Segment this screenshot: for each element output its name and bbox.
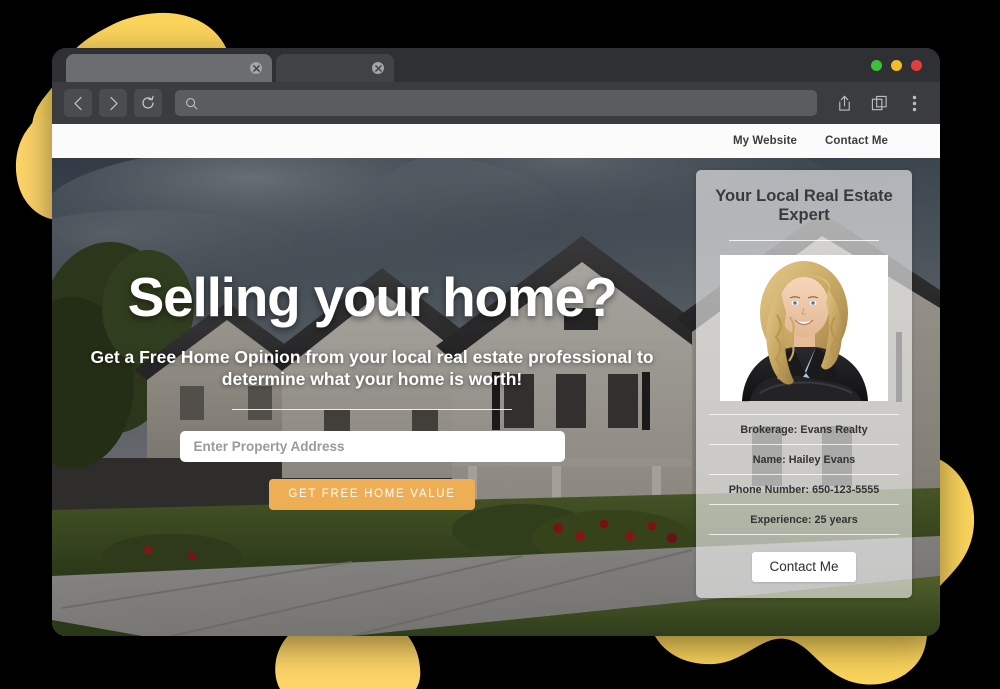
agent-headshot-illustration (720, 254, 888, 401)
hero-headline: Selling your home? (127, 266, 618, 328)
hero-content: Selling your home? Get a Free Home Opini… (52, 158, 692, 636)
agent-card: Your Local Real Estate Expert Brokerage:… (696, 170, 912, 598)
share-icon (838, 95, 850, 111)
copy-tabs-icon (871, 95, 887, 110)
chevron-left-icon (73, 96, 82, 110)
hero-section: Selling your home? Get a Free Home Opini… (52, 158, 940, 636)
browser-toolbar (52, 82, 940, 124)
agent-detail-list: Brokerage: Evans Realty Name: Hailey Eva… (709, 413, 899, 535)
agent-detail-phone: Phone Number: 650-123-5555 (709, 473, 899, 504)
contact-me-button[interactable]: Contact Me (752, 551, 856, 582)
get-free-home-value-button[interactable]: GET FREE HOME VALUE (269, 478, 475, 510)
browser-menu-button[interactable] (900, 89, 928, 117)
agent-card-divider (729, 239, 879, 241)
tab-overview-button[interactable] (865, 89, 893, 117)
window-controls (871, 60, 922, 71)
agent-card-title: Your Local Real Estate Expert (715, 187, 893, 225)
address-bar[interactable] (175, 90, 817, 116)
browser-tab-strip (52, 48, 940, 82)
forward-button[interactable] (99, 89, 127, 117)
agent-detail-name: Name: Hailey Evans (709, 443, 899, 474)
back-button[interactable] (64, 89, 92, 117)
browser-tab-2[interactable] (276, 54, 394, 82)
close-dot[interactable] (911, 60, 922, 71)
maximize-dot[interactable] (871, 60, 882, 71)
browser-window: My Website Contact Me Selling your home?… (52, 48, 940, 636)
nav-link-contact-me[interactable]: Contact Me (825, 135, 888, 147)
browser-tab-1[interactable] (66, 54, 272, 82)
close-icon[interactable] (250, 62, 262, 74)
property-address-input[interactable] (179, 430, 565, 462)
close-icon[interactable] (372, 62, 384, 74)
share-button[interactable] (830, 89, 858, 117)
hero-divider (232, 408, 512, 410)
chevron-right-icon (109, 96, 118, 110)
reload-icon (142, 95, 154, 109)
minimize-dot[interactable] (891, 60, 902, 71)
agent-photo (720, 254, 888, 401)
page-stage: My Website Contact Me Selling your home?… (0, 0, 1000, 689)
site-navigation: My Website Contact Me (52, 124, 940, 158)
hero-subheadline: Get a Free Home Opinion from your local … (90, 347, 654, 390)
more-vertical-icon (912, 95, 916, 111)
nav-link-my-website[interactable]: My Website (733, 135, 797, 147)
search-icon (186, 97, 198, 109)
agent-detail-brokerage: Brokerage: Evans Realty (709, 413, 899, 444)
reload-button[interactable] (134, 89, 162, 117)
agent-detail-experience: Experience: 25 years (709, 503, 899, 535)
